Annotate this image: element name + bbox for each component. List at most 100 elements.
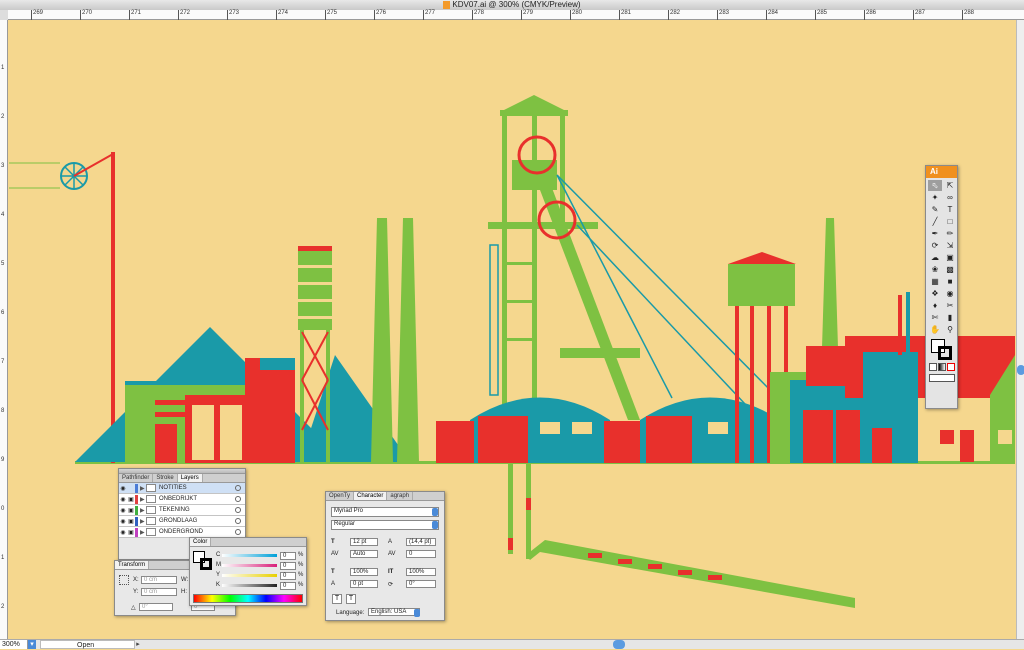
hscale-field[interactable]: 100% [406, 568, 436, 576]
color-spectrum[interactable] [193, 594, 303, 603]
hand-tool-icon[interactable]: ✋ [928, 324, 942, 335]
tab-color[interactable]: Color [190, 538, 212, 546]
tab-character[interactable]: Character [354, 492, 388, 500]
visibility-eye-icon[interactable]: ◉ [119, 485, 127, 492]
tab-stroke[interactable]: Stroke [153, 474, 178, 482]
stroke-color-icon[interactable] [938, 346, 952, 360]
font-family-field[interactable]: Myriad Pro [331, 507, 439, 517]
horizontal-scroll-thumb[interactable] [613, 640, 625, 649]
font-style-dropdown[interactable] [432, 521, 438, 529]
layer-row[interactable]: ◉ ▣ ▶ ONBEDRIJKT [119, 494, 245, 505]
layer-row[interactable]: ◉ ▣ ▶ GRONDLAAG [119, 516, 245, 527]
tab-agraph[interactable]: agraph [387, 492, 414, 500]
layer-row[interactable]: ◉ ▶ NOTITIES [119, 483, 245, 494]
pencil-tool-icon[interactable]: ✏ [943, 228, 957, 239]
underline-button[interactable]: T [332, 594, 342, 604]
rectangle-tool-icon[interactable]: □ [943, 216, 957, 227]
tracking-field[interactable]: 0 [406, 550, 436, 558]
layers-panel-tabs: Pathfinder Stroke Layers [119, 474, 245, 483]
gradient-tool-icon[interactable]: ■ [943, 276, 957, 287]
type-tool-icon[interactable]: T [943, 204, 957, 215]
language-field[interactable]: English: USA [368, 608, 420, 616]
rotate-tool-icon[interactable]: ⟳ [928, 240, 942, 251]
color-mode-icon[interactable] [929, 363, 937, 371]
channel-value-field[interactable]: 0 [280, 552, 296, 560]
tab-pathfinder[interactable]: Pathfinder [119, 474, 154, 482]
font-size-field[interactable]: 12 pt [350, 538, 378, 546]
status-arrow-icon[interactable]: ▸ [134, 640, 142, 649]
pen-tool-icon[interactable]: ✎ [928, 204, 942, 215]
layer-target-icon[interactable] [235, 518, 241, 524]
tab-layers[interactable]: Layers [177, 474, 203, 482]
channel-value-field[interactable]: 0 [280, 582, 296, 590]
warp-tool-icon[interactable]: ☁ [928, 252, 942, 263]
channel-value-field[interactable]: 0 [280, 572, 296, 580]
line-tool-icon[interactable]: ╱ [928, 216, 942, 227]
ruler-tick: 284 [766, 10, 778, 20]
channel-slider[interactable] [222, 574, 277, 577]
vscale-field[interactable]: 100% [350, 568, 378, 576]
free-transform-tool-icon[interactable]: ▣ [943, 252, 957, 263]
strikethrough-button[interactable]: T [346, 594, 356, 604]
vertical-scroll-thumb[interactable] [1017, 365, 1024, 375]
eraser-tool-icon[interactable]: ▮ [943, 312, 957, 323]
visibility-eye-icon[interactable]: ◉ [119, 507, 127, 514]
graph-tool-icon[interactable]: ▩ [943, 264, 957, 275]
lock-icon[interactable]: ▣ [127, 518, 135, 525]
kerning-field[interactable]: Auto [350, 550, 378, 558]
zoom-tool-icon[interactable]: ⚲ [943, 324, 957, 335]
magic-wand-tool-icon[interactable]: ✦ [928, 192, 942, 203]
font-style-field[interactable]: Regular [331, 520, 439, 530]
lasso-tool-icon[interactable]: ∞ [943, 192, 957, 203]
lock-icon[interactable]: ▣ [127, 529, 135, 536]
status-field[interactable]: Open [40, 640, 135, 649]
none-mode-icon[interactable] [947, 363, 955, 371]
layer-target-icon[interactable] [235, 507, 241, 513]
leading-field[interactable]: (14,4 pt) [406, 538, 436, 546]
eyedropper-tool-icon[interactable]: ❖ [928, 288, 942, 299]
color-mode-buttons [926, 363, 957, 371]
channel-value-field[interactable]: 0 [280, 562, 296, 570]
ruler-corner[interactable] [0, 10, 8, 20]
gradient-mode-icon[interactable] [938, 363, 946, 371]
rotation-field[interactable]: 0° [406, 580, 436, 588]
y-field[interactable]: 0 cm [141, 588, 177, 596]
layer-target-icon[interactable] [235, 485, 241, 491]
layer-target-icon[interactable] [235, 529, 241, 535]
tab-openty[interactable]: OpenTy [326, 492, 355, 500]
channel-slider[interactable] [222, 564, 277, 567]
vertical-scrollbar[interactable] [1016, 20, 1024, 639]
symbol-sprayer-tool-icon[interactable]: ❀ [928, 264, 942, 275]
channel-slider[interactable] [222, 554, 277, 557]
stroke-swatch[interactable] [200, 558, 212, 570]
visibility-eye-icon[interactable]: ◉ [119, 496, 127, 503]
visibility-eye-icon[interactable]: ◉ [119, 518, 127, 525]
font-family-dropdown[interactable] [432, 508, 438, 516]
scale-tool-icon[interactable]: ⇲ [943, 240, 957, 251]
channel-slider[interactable] [222, 584, 277, 587]
layer-target-icon[interactable] [235, 496, 241, 502]
layer-row[interactable]: ◉ ▣ ▶ TEKENING [119, 505, 245, 516]
vertical-ruler[interactable]: 1 2 3 4 5 6 7 8 9 0 1 2 [0, 20, 8, 639]
direct-selection-tool-icon[interactable]: ⇱ [943, 180, 957, 191]
zoom-dropdown-icon[interactable]: ▾ [28, 640, 36, 649]
reference-point-icon[interactable] [119, 575, 129, 585]
lock-icon[interactable]: ▣ [127, 507, 135, 514]
selection-tool-icon[interactable]: ⬁ [928, 180, 942, 191]
live-paint-tool-icon[interactable]: ♦ [928, 300, 942, 311]
mesh-tool-icon[interactable]: ▦ [928, 276, 942, 287]
horizontal-ruler[interactable]: 269 270 271 272 273 274 275 276 277 278 279 280 281 2… [8, 10, 1024, 20]
lock-icon[interactable]: ▣ [127, 496, 135, 503]
zoom-field[interactable]: 300% [0, 640, 28, 649]
visibility-eye-icon[interactable]: ◉ [119, 529, 127, 536]
tab-transform[interactable]: Transform [115, 561, 150, 569]
x-field[interactable]: 0 cm [141, 576, 177, 584]
blend-tool-icon[interactable]: ◉ [943, 288, 957, 299]
scissors-tool-icon[interactable]: ✄ [928, 312, 942, 323]
language-dropdown[interactable] [414, 609, 420, 617]
paintbrush-tool-icon[interactable]: ✒ [928, 228, 942, 239]
screen-mode-icon[interactable] [929, 374, 955, 382]
baseline-field[interactable]: 0 pt [350, 580, 378, 588]
slice-tool-icon[interactable]: ✂ [943, 300, 957, 311]
angle-field[interactable]: 0° [139, 603, 173, 611]
